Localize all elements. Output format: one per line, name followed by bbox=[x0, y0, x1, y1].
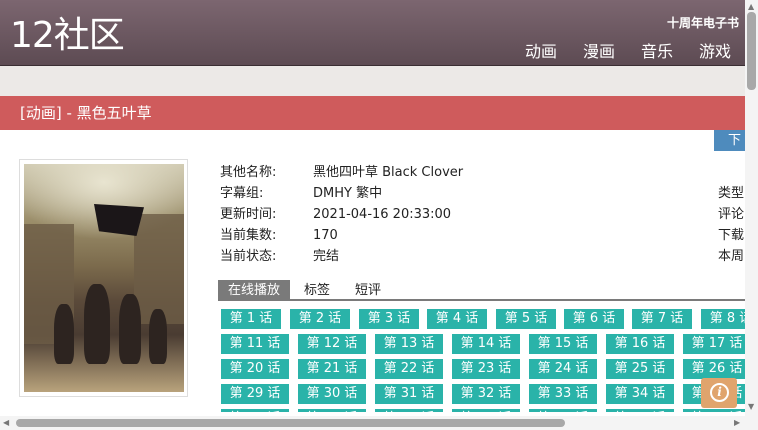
content-tabs: 在线播放 标签 短评 bbox=[218, 280, 745, 301]
episode-button[interactable]: 第 43 话 bbox=[606, 409, 674, 412]
nav-games[interactable]: 游戏 bbox=[699, 38, 731, 62]
episode-button[interactable]: 第 1 话 bbox=[221, 309, 281, 329]
side-detail-weekly: 本周 bbox=[718, 249, 745, 264]
scroll-up-icon[interactable]: ▲ bbox=[748, 2, 754, 11]
detail-label: 其他名称: bbox=[220, 165, 277, 180]
episode-button[interactable]: 第 42 话 bbox=[529, 409, 597, 412]
site-header: 12社区 十周年电子书 动画 漫画 音乐 游戏 bbox=[0, 0, 745, 66]
episode-button[interactable]: 第 12 话 bbox=[298, 334, 366, 354]
main-nav: 动画 漫画 音乐 游戏 bbox=[525, 38, 731, 62]
cover-image[interactable] bbox=[24, 164, 184, 392]
episode-button[interactable]: 第 44 话 bbox=[683, 409, 745, 412]
episode-button[interactable]: 第 16 话 bbox=[606, 334, 674, 354]
episode-button[interactable]: 第 31 话 bbox=[375, 384, 443, 404]
detail-label: 当前集数: bbox=[220, 228, 277, 243]
tab-online-play[interactable]: 在线播放 bbox=[218, 280, 291, 301]
scroll-down-icon[interactable]: ▼ bbox=[748, 402, 754, 411]
scroll-right-icon[interactable]: ▶ bbox=[734, 418, 740, 427]
detail-value: 黑他四叶草 Black Clover bbox=[313, 165, 464, 180]
side-detail-comments: 评论 bbox=[718, 207, 745, 222]
horizontal-scroll-thumb[interactable] bbox=[16, 419, 565, 427]
tab-reviews[interactable]: 短评 bbox=[345, 280, 391, 301]
episode-button[interactable]: 第 20 话 bbox=[221, 359, 289, 379]
sub-header-band bbox=[0, 66, 745, 96]
episode-button[interactable]: 第 15 话 bbox=[529, 334, 597, 354]
detail-value: 完结 bbox=[313, 249, 340, 264]
episode-button[interactable]: 第 17 话 bbox=[683, 334, 745, 354]
side-detail-type: 类型 bbox=[718, 186, 745, 201]
episode-button[interactable]: 第 34 话 bbox=[606, 384, 674, 404]
page: 12社区 十周年电子书 动画 漫画 音乐 游戏 [动画] - 黑色五叶草 下载 … bbox=[0, 0, 758, 430]
nav-anime[interactable]: 动画 bbox=[525, 38, 557, 62]
ebook-link[interactable]: 十周年电子书 bbox=[667, 14, 739, 31]
download-button[interactable]: 下载 bbox=[714, 130, 745, 151]
episode-button[interactable]: 第 32 话 bbox=[452, 384, 520, 404]
vertical-scroll-thumb[interactable] bbox=[747, 12, 756, 90]
horizontal-scrollbar[interactable]: ◀ ▶ bbox=[0, 416, 745, 430]
episode-button[interactable]: 第 6 话 bbox=[564, 309, 624, 329]
detail-label: 当前状态: bbox=[220, 249, 277, 264]
episode-button[interactable]: 第 33 话 bbox=[529, 384, 597, 404]
episode-button[interactable]: 第 40 话 bbox=[375, 409, 443, 412]
episode-button[interactable]: 第 13 话 bbox=[375, 334, 443, 354]
detail-value: DMHY 繁中 bbox=[313, 186, 383, 201]
episode-button[interactable]: 第 5 话 bbox=[496, 309, 556, 329]
site-logo[interactable]: 12社区 bbox=[10, 14, 125, 58]
info-button[interactable]: i bbox=[701, 378, 737, 408]
episode-button[interactable]: 第 2 话 bbox=[290, 309, 350, 329]
episode-button[interactable]: 第 38 话 bbox=[221, 409, 289, 412]
episode-button[interactable]: 第 14 话 bbox=[452, 334, 520, 354]
scrollbar-corner bbox=[745, 416, 758, 430]
episode-button[interactable]: 第 21 话 bbox=[298, 359, 366, 379]
page-title: [动画] - 黑色五叶草 bbox=[0, 96, 745, 130]
episode-button[interactable]: 第 41 话 bbox=[452, 409, 520, 412]
episode-button[interactable]: 第 4 话 bbox=[427, 309, 487, 329]
detail-value: 2021-04-16 20:33:00 bbox=[313, 207, 452, 222]
scroll-left-icon[interactable]: ◀ bbox=[3, 418, 9, 427]
detail-label: 更新时间: bbox=[220, 207, 277, 222]
episode-button[interactable]: 第 26 话 bbox=[683, 359, 745, 379]
episode-button[interactable]: 第 29 话 bbox=[221, 384, 289, 404]
episode-button[interactable]: 第 25 话 bbox=[606, 359, 674, 379]
vertical-scrollbar[interactable]: ▲ ▼ bbox=[745, 0, 758, 416]
side-detail-downloads: 下载 bbox=[718, 228, 745, 243]
nav-manga[interactable]: 漫画 bbox=[583, 38, 615, 62]
episode-button[interactable]: 第 23 话 bbox=[452, 359, 520, 379]
episode-grid: 第 1 话第 2 话第 3 话第 4 话第 5 话第 6 话第 7 话第 8 话… bbox=[221, 309, 745, 412]
nav-music[interactable]: 音乐 bbox=[641, 38, 673, 62]
detail-value: 170 bbox=[313, 228, 338, 243]
info-icon: i bbox=[710, 383, 729, 402]
detail-label: 字幕组: bbox=[220, 186, 264, 201]
episode-button[interactable]: 第 30 话 bbox=[298, 384, 366, 404]
episode-button[interactable]: 第 7 话 bbox=[632, 309, 692, 329]
episode-button[interactable]: 第 3 话 bbox=[359, 309, 419, 329]
episode-button[interactable]: 第 39 话 bbox=[298, 409, 366, 412]
tab-tags[interactable]: 标签 bbox=[294, 280, 340, 301]
episode-button[interactable]: 第 24 话 bbox=[529, 359, 597, 379]
episode-button[interactable]: 第 8 话 bbox=[701, 309, 745, 329]
episode-button[interactable]: 第 11 话 bbox=[221, 334, 289, 354]
episode-button[interactable]: 第 22 话 bbox=[375, 359, 443, 379]
